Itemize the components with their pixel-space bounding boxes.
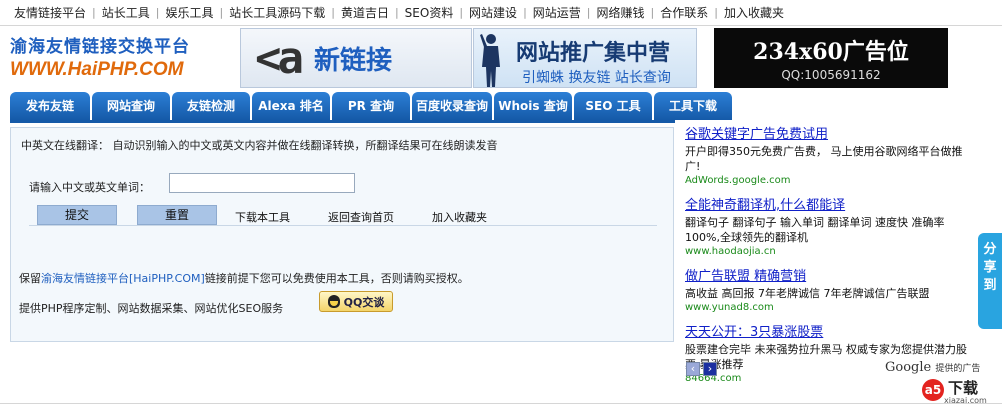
nav-link-webmaster-tools[interactable]: 站长工具: [96, 4, 156, 21]
ad-description: 开户即得350元免费广告费， 马上使用谷歌网络平台做推广!: [685, 145, 963, 173]
add-favorite-link[interactable]: 加入收藏夹: [432, 209, 487, 225]
watermark-text: 下载: [948, 379, 979, 397]
tool-tabs: 发布友链 网站查询 友链检测 Alexa 排名 PR 查询 百度收录查询 Who…: [10, 92, 734, 120]
tab-label: Whois 查询: [498, 99, 568, 113]
ad-title-link[interactable]: 天天公开：3只暴涨股票: [685, 324, 975, 342]
sponsored-ads: 谷歌关键字广告免费试用 开户即得350元免费广告费， 马上使用谷歌网络平台做推广…: [685, 126, 975, 395]
nav-link-site-building[interactable]: 网站建设: [463, 4, 523, 21]
top-nav: 友情链接平台 | 站长工具 | 娱乐工具 | 站长工具源码下载 | 黄道吉日 |…: [0, 0, 1002, 26]
tab-label: 工具下载: [668, 99, 717, 113]
banner-ad-slot[interactable]: 234x60广告位 QQ:1005691162: [714, 28, 948, 88]
tab-label: 网站查询: [106, 99, 155, 113]
tab-label: 友链检测: [186, 99, 235, 113]
ad-slot-contact: QQ:1005691162: [781, 68, 881, 82]
translator-panel: 中英文在线翻译： 自动识别输入的中文或英文内容并做在线翻译转换，所翻译结果可在线…: [10, 127, 674, 342]
tab-baidu-index[interactable]: 百度收录查询: [412, 92, 492, 120]
logo-domain: WWW.HaiPHP.COM: [10, 59, 184, 80]
qq-penguin-icon: [327, 295, 340, 308]
download-tool-link[interactable]: 下载本工具: [235, 209, 290, 225]
ad-title-link[interactable]: 全能神奇翻译机,什么都能译: [685, 197, 975, 215]
ad-item: 谷歌关键字广告免费试用 开户即得350元免费广告费， 马上使用谷歌网络平台做推广…: [685, 126, 975, 188]
banner-ad-promotion[interactable]: 网站推广集中营 引蜘蛛 换友链 站长查询: [473, 28, 697, 88]
google-ads-label: Google 提供的广告: [885, 360, 980, 375]
notice-prefix: 保留: [19, 272, 41, 285]
google-brand: Google: [885, 360, 932, 375]
tab-tool-download[interactable]: 工具下载: [654, 92, 732, 120]
tab-label: 发布友链: [25, 99, 74, 113]
ad-title-link[interactable]: 谷歌关键字广告免费试用: [685, 126, 975, 144]
chevron-right-icon[interactable]: ›: [703, 362, 717, 376]
back-to-home-link[interactable]: 返回查询首页: [328, 209, 394, 225]
tab-pr-query[interactable]: PR 查询: [332, 92, 410, 120]
tab-label: PR 查询: [347, 99, 395, 113]
tab-underline: [10, 120, 675, 123]
a5-logo-icon: a5: [922, 379, 944, 401]
submit-button[interactable]: 提交: [37, 205, 117, 225]
tab-label: 百度收录查询: [415, 99, 488, 113]
google-ads-text: 提供的广告: [935, 364, 981, 374]
ad-item: 全能神奇翻译机,什么都能译 翻译句子 翻译句子 输入单词 翻译单词 速度快 准确…: [685, 197, 975, 259]
banner-ad-new-link[interactable]: <a 新链接: [240, 28, 472, 88]
chevron-left-icon[interactable]: ‹: [686, 362, 700, 376]
qq-chat-label: QQ交谈: [343, 295, 385, 309]
ad-url: www.haodaojia.cn: [685, 246, 776, 257]
nav-link-tool-source[interactable]: 站长工具源码下载: [223, 4, 331, 21]
share-button[interactable]: 分享到: [978, 233, 1002, 329]
ad-item: 做广告联盟 精确营销 高收益 高回报 7年老牌诚信 7年老牌诚信广告联盟 www…: [685, 268, 975, 315]
qq-chat-button[interactable]: QQ交谈: [319, 291, 393, 312]
logo-title: 渝海友情链接交换平台: [10, 37, 190, 57]
ad-new-link-text: 新链接: [313, 45, 392, 76]
nav-link-make-money[interactable]: 网络赚钱: [591, 4, 651, 21]
person-silhouette-icon: [480, 34, 500, 87]
ad-slot-title: 234x60广告位: [753, 39, 909, 65]
nav-link-add-favorite[interactable]: 加入收藏夹: [718, 4, 790, 21]
ad-url: AdWords.google.com: [685, 175, 791, 186]
nav-link-seo-resources[interactable]: SEO资料: [399, 4, 460, 21]
banner-row: 渝海友情链接交换平台 WWW.HaiPHP.COM <a 新链接 网站推广集中营…: [0, 28, 1002, 90]
ad-pager: ‹ ›: [686, 362, 720, 376]
services-text: 提供PHP程序定制、网站数据采集、网站优化SEO服务: [19, 302, 284, 315]
platform-link[interactable]: 渝海友情链接平台[HaiPHP.COM]: [41, 272, 205, 285]
ad-url: www.yunad8.com: [685, 302, 774, 313]
tab-alexa-rank[interactable]: Alexa 排名: [252, 92, 330, 120]
tab-link-check[interactable]: 友链检测: [172, 92, 250, 120]
site-logo[interactable]: 渝海友情链接交换平台 WWW.HaiPHP.COM: [10, 32, 235, 86]
ad-promotion-subtitle: 引蜘蛛 换友链 站长查询: [522, 70, 671, 86]
translator-intro: 中英文在线翻译： 自动识别输入的中文或英文内容并做在线翻译转换，所翻译结果可在线…: [21, 139, 498, 152]
nav-link-friend-platform[interactable]: 友情链接平台: [8, 4, 92, 21]
ad-title-link[interactable]: 做广告联盟 精确营销: [685, 268, 975, 286]
tab-whois-query[interactable]: Whois 查询: [494, 92, 572, 120]
word-input-label: 请输入中文或英文单词：: [29, 181, 150, 194]
tab-site-query[interactable]: 网站查询: [92, 92, 170, 120]
ad-brand-mark: <a: [255, 32, 304, 84]
nav-link-lucky-days[interactable]: 黄道吉日: [335, 4, 395, 21]
tab-publish-link[interactable]: 发布友链: [10, 92, 90, 120]
bottom-divider: [0, 403, 1002, 404]
nav-link-contact[interactable]: 合作联系: [654, 4, 714, 21]
ad-promotion-title: 网站推广集中营: [516, 41, 671, 66]
reset-button[interactable]: 重置: [137, 205, 217, 225]
word-input[interactable]: [169, 173, 355, 193]
license-notice: 保留渝海友情链接平台[HaiPHP.COM]链接前提下您可以免费使用本工具，否则…: [19, 270, 469, 286]
tab-label: SEO 工具: [585, 99, 641, 113]
tab-label: Alexa 排名: [258, 99, 324, 113]
ad-description: 高收益 高回报 7年老牌诚信 7年老牌诚信广告联盟: [685, 287, 930, 300]
share-label: 分享到: [983, 242, 997, 293]
nav-link-site-operation[interactable]: 网站运营: [527, 4, 587, 21]
tab-seo-tools[interactable]: SEO 工具: [574, 92, 652, 120]
nav-link-fun-tools[interactable]: 娱乐工具: [159, 4, 219, 21]
form-divider: [29, 225, 657, 226]
ad-description: 翻译句子 翻译句子 输入单词 翻译单词 速度快 准确率100%,全球领先的翻译机: [685, 216, 945, 244]
notice-suffix: 链接前提下您可以免费使用本工具，否则请购买授权。: [204, 272, 469, 285]
